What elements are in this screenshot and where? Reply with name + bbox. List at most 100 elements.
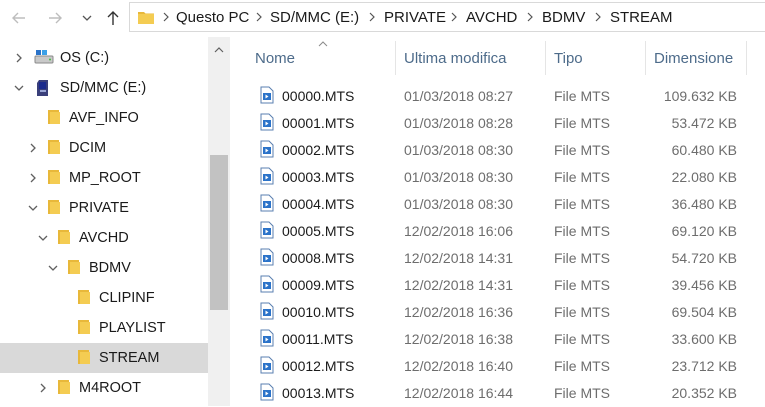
file-name: 00001.MTS bbox=[282, 115, 355, 131]
file-type: File MTS bbox=[554, 385, 610, 401]
folder-icon bbox=[77, 349, 91, 368]
file-row[interactable]: 00000.MTS 01/03/2018 08:27 File MTS 109.632… bbox=[230, 83, 765, 110]
chevron-right-icon bbox=[163, 12, 169, 22]
file-size: 22.080 KB bbox=[671, 169, 737, 185]
file-name: 00012.MTS bbox=[282, 358, 355, 374]
file-modified: 12/02/2018 14:31 bbox=[404, 277, 513, 293]
file-size: 39.456 KB bbox=[671, 277, 737, 293]
file-row[interactable]: 00012.MTS 12/02/2018 16:40 File MTS 23.712 … bbox=[230, 353, 765, 380]
file-row[interactable]: 00001.MTS 01/03/2018 08:28 File MTS 53.472 … bbox=[230, 110, 765, 137]
file-row[interactable]: 00011.MTS 12/02/2018 16:38 File MTS 33.600 … bbox=[230, 326, 765, 353]
nav-item[interactable]: DCIM bbox=[0, 133, 208, 163]
file-name: 00003.MTS bbox=[282, 169, 355, 185]
file-modified: 12/02/2018 16:44 bbox=[404, 385, 513, 401]
video-file-icon bbox=[260, 86, 274, 107]
file-modified: 12/02/2018 16:40 bbox=[404, 358, 513, 374]
column-header-size[interactable]: Dimensione bbox=[646, 37, 746, 75]
file-row[interactable]: 00013.MTS 12/02/2018 16:44 File MTS 20.352 … bbox=[230, 380, 765, 407]
video-file-icon bbox=[260, 221, 274, 242]
up-button[interactable] bbox=[102, 7, 124, 29]
drive-icon bbox=[34, 49, 54, 68]
file-name: 00009.MTS bbox=[282, 277, 355, 293]
scrollbar-thumb[interactable] bbox=[210, 155, 228, 310]
column-header-name[interactable]: Nome bbox=[230, 37, 395, 75]
video-file-icon bbox=[260, 383, 274, 404]
nav-item[interactable]: OS (C:) bbox=[0, 43, 208, 73]
breadcrumb-questo-pc[interactable]: Questo PC bbox=[176, 9, 249, 26]
nav-item-label: SD/MMC (E:) bbox=[60, 80, 147, 96]
scroll-up-icon bbox=[214, 47, 224, 53]
chevron-down-icon[interactable] bbox=[27, 202, 39, 214]
video-file-icon bbox=[260, 248, 274, 269]
file-type: File MTS bbox=[554, 223, 610, 239]
folder-icon bbox=[47, 109, 61, 128]
nav-item[interactable]: PLAYLIST bbox=[0, 313, 208, 343]
nav-item-label: M4ROOT bbox=[79, 380, 142, 396]
nav-item[interactable]: MP_ROOT bbox=[0, 163, 208, 193]
chevron-right-icon bbox=[451, 12, 457, 22]
nav-item[interactable]: PRIVATE bbox=[0, 193, 208, 223]
file-row[interactable]: 00005.MTS 12/02/2018 16:06 File MTS 69.120 … bbox=[230, 218, 765, 245]
file-modified: 01/03/2018 08:30 bbox=[404, 169, 513, 185]
breadcrumb-sd-mmc[interactable]: SD/MMC (E:) bbox=[270, 9, 359, 26]
nav-item[interactable]: CLIPINF bbox=[0, 283, 208, 313]
file-row[interactable]: 00004.MTS 01/03/2018 08:30 File MTS 36.480 … bbox=[230, 191, 765, 218]
back-button[interactable] bbox=[8, 7, 30, 29]
chevron-right-icon[interactable] bbox=[27, 142, 39, 154]
breadcrumb-bdmv[interactable]: BDMV bbox=[542, 9, 585, 26]
chevron-right-icon bbox=[595, 12, 601, 22]
breadcrumb-stream[interactable]: STREAM bbox=[610, 9, 673, 26]
nav-item[interactable]: AVCHD bbox=[0, 223, 208, 253]
breadcrumb-avchd[interactable]: AVCHD bbox=[466, 9, 517, 26]
chevron-down-icon[interactable] bbox=[13, 82, 25, 94]
nav-item[interactable]: M4ROOT bbox=[0, 373, 208, 403]
nav-item[interactable]: AVF_INFO bbox=[0, 103, 208, 133]
chevron-right-icon[interactable] bbox=[37, 382, 49, 394]
file-size: 69.120 KB bbox=[671, 223, 737, 239]
file-name: 00011.MTS bbox=[282, 331, 354, 347]
file-name: 00002.MTS bbox=[282, 142, 355, 158]
file-type: File MTS bbox=[554, 277, 610, 293]
recent-locations-button[interactable] bbox=[76, 7, 98, 29]
video-file-icon bbox=[260, 140, 274, 161]
address-bar[interactable]: Questo PC SD/MMC (E:) PRIVATE AVCHD BDMV… bbox=[129, 2, 765, 32]
file-row[interactable]: 00008.MTS 12/02/2018 14:31 File MTS 54.720 … bbox=[230, 245, 765, 272]
navigation-scrollbar[interactable] bbox=[208, 37, 230, 406]
folder-icon bbox=[47, 199, 61, 218]
chevron-right-icon[interactable] bbox=[13, 52, 25, 64]
nav-item[interactable]: BDMV bbox=[0, 253, 208, 283]
breadcrumb-private[interactable]: PRIVATE bbox=[384, 9, 446, 26]
nav-item[interactable]: STREAM bbox=[0, 343, 208, 373]
file-type: File MTS bbox=[554, 331, 610, 347]
arrow-left-icon bbox=[12, 12, 25, 24]
nav-item[interactable]: SD/MMC (E:) bbox=[0, 73, 208, 103]
column-header-modified[interactable]: Ultima modifica bbox=[396, 37, 545, 75]
video-file-icon bbox=[260, 329, 274, 350]
file-modified: 01/03/2018 08:30 bbox=[404, 142, 513, 158]
file-type: File MTS bbox=[554, 88, 610, 104]
column-header-type[interactable]: Tipo bbox=[546, 37, 646, 75]
nav-item-label: AVCHD bbox=[79, 230, 129, 246]
file-type: File MTS bbox=[554, 358, 610, 374]
column-label-size: Dimensione bbox=[654, 50, 734, 67]
file-row[interactable]: 00003.MTS 01/03/2018 08:30 File MTS 22.080 … bbox=[230, 164, 765, 191]
column-divider[interactable] bbox=[746, 41, 747, 75]
file-size: 53.472 KB bbox=[671, 115, 737, 131]
folder-icon bbox=[138, 12, 154, 24]
file-list: Nome Ultima modifica Tipo Dimensione 000… bbox=[230, 37, 765, 406]
file-size: 60.480 KB bbox=[671, 142, 737, 158]
file-type: File MTS bbox=[554, 304, 610, 320]
file-row[interactable]: 00002.MTS 01/03/2018 08:30 File MTS 60.480 … bbox=[230, 137, 765, 164]
nav-item-label: BDMV bbox=[89, 260, 131, 276]
file-row[interactable]: 00009.MTS 12/02/2018 14:31 File MTS 39.456 … bbox=[230, 272, 765, 299]
file-name: 00010.MTS bbox=[282, 304, 355, 320]
file-type: File MTS bbox=[554, 250, 610, 266]
chevron-down-icon[interactable] bbox=[37, 232, 49, 244]
chevron-down-icon bbox=[82, 15, 92, 21]
forward-button[interactable] bbox=[44, 7, 66, 29]
file-name: 00000.MTS bbox=[282, 88, 355, 104]
chevron-down-icon[interactable] bbox=[47, 262, 59, 274]
file-row[interactable]: 00010.MTS 12/02/2018 16:36 File MTS 69.504 … bbox=[230, 299, 765, 326]
column-label-modified: Ultima modifica bbox=[404, 50, 507, 67]
chevron-right-icon[interactable] bbox=[27, 172, 39, 184]
